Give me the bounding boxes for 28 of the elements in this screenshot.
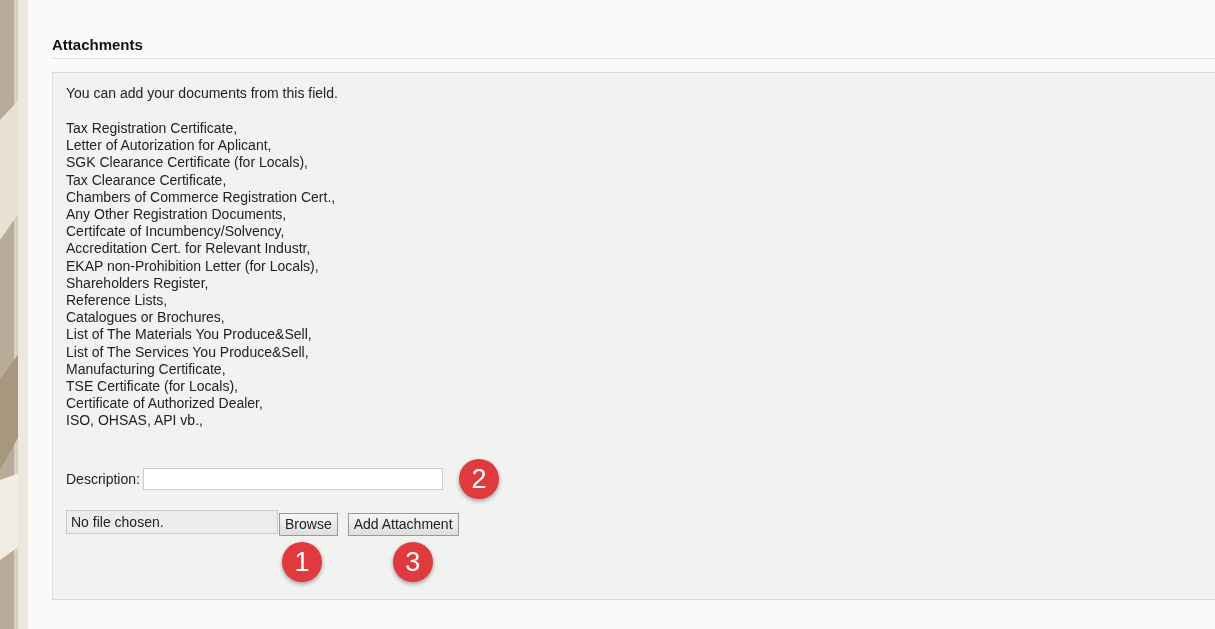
- document-item: Tax Clearance Certificate,: [66, 171, 228, 189]
- file-status-field[interactable]: No file chosen.: [66, 509, 278, 534]
- document-item: Reference Lists,: [66, 292, 169, 310]
- document-item: Certifcate of Incumbency/Solvency,: [66, 223, 286, 241]
- intro-text: You can add your documents from this field.: [66, 85, 339, 102]
- document-item: List of The Materials You Produce&Sell,: [66, 326, 313, 344]
- document-item: ISO, OHSAS, API vb.,: [66, 412, 204, 430]
- document-item: Accreditation Cert. for Relevant Industr,: [66, 240, 312, 258]
- description-field[interactable]: [142, 467, 443, 490]
- document-item: Certificate of Authorized Dealer,: [66, 395, 264, 413]
- document-item: Catalogues or Brochures,: [66, 309, 226, 327]
- browse-button[interactable]: Browse: [279, 512, 338, 536]
- document-item: TSE Certificate (for Locals),: [66, 378, 239, 396]
- document-item: Any Other Registration Documents,: [66, 206, 288, 224]
- document-item: List of The Services You Produce&Sell,: [66, 343, 310, 361]
- document-item: Shareholders Register,: [66, 274, 210, 293]
- section-title: Attachments: [52, 36, 1215, 59]
- document-item: Letter of Autorization for Aplicant,: [66, 137, 273, 155]
- document-item: EKAP non-Prohibition Letter (for Locals),: [66, 257, 320, 275]
- callout-badge: 1: [282, 541, 322, 582]
- callout-badge: 2: [458, 458, 499, 499]
- add-attachment-button[interactable]: Add Attachment: [347, 512, 459, 536]
- callout-badge: 3: [392, 541, 433, 582]
- document-item: SGK Clearance Certificate (for Locals),: [66, 154, 309, 172]
- document-item: Manufacturing Certificate,: [66, 360, 227, 379]
- description-label: Description:: [66, 470, 140, 487]
- document-item: Chambers of Commerce Registration Cert.,: [66, 188, 337, 206]
- document-item: Tax Registration Certificate,: [66, 120, 239, 138]
